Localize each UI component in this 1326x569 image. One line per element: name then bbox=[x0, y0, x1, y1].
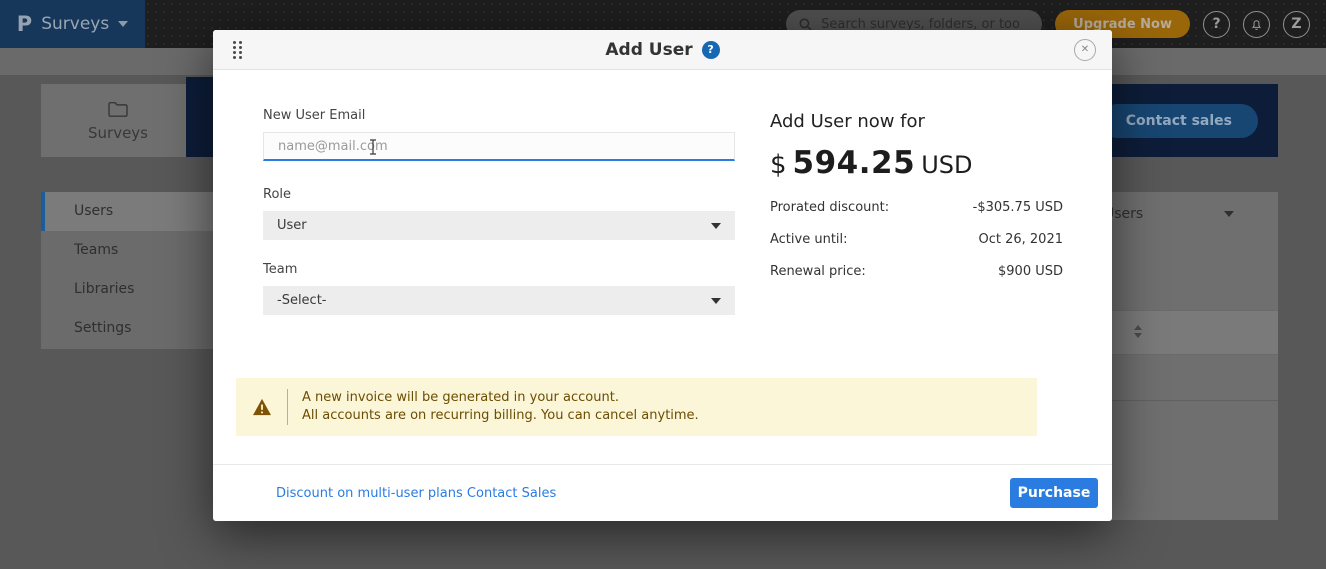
tab-surveys[interactable]: Surveys bbox=[41, 84, 195, 157]
help-icon[interactable]: ? bbox=[702, 41, 720, 59]
role-value: User bbox=[277, 218, 307, 233]
product-switcher[interactable]: P Surveys bbox=[0, 0, 145, 48]
warning-triangle-icon bbox=[252, 398, 272, 416]
folder-icon bbox=[107, 100, 129, 118]
proprofs-logo-icon: P bbox=[17, 12, 32, 36]
tab-accent bbox=[186, 77, 213, 84]
email-field[interactable] bbox=[263, 132, 735, 161]
sort-icon[interactable] bbox=[1134, 325, 1142, 338]
chevron-down-icon bbox=[711, 298, 721, 304]
warning-line-1: A new invoice will be generated in your … bbox=[302, 389, 699, 407]
discount-text: Discount on multi-user plans bbox=[276, 486, 463, 501]
renewal-price-row: Renewal price: $900 USD bbox=[770, 264, 1063, 279]
warning-divider bbox=[287, 389, 288, 425]
contact-sales-button[interactable]: Contact sales bbox=[1100, 104, 1258, 138]
price-amount: $ 594.25 USD bbox=[770, 145, 1063, 181]
row-label: Active until: bbox=[770, 232, 848, 247]
modal-body: New User Email Role User Team -Select- bbox=[213, 70, 1112, 315]
team-select[interactable]: -Select- bbox=[263, 286, 735, 315]
screen: P Surveys Upgrade Now ? bbox=[0, 0, 1326, 569]
help-button[interactable]: ? bbox=[1203, 11, 1230, 38]
row-value: $900 USD bbox=[998, 264, 1063, 279]
row-value: -$305.75 USD bbox=[973, 200, 1063, 215]
add-user-form: New User Email Role User Team -Select- bbox=[263, 108, 735, 315]
avatar[interactable]: Z bbox=[1283, 11, 1310, 38]
active-until-row: Active until: Oct 26, 2021 bbox=[770, 232, 1063, 247]
contact-sales-link[interactable]: Contact Sales bbox=[467, 486, 556, 501]
modal-title: Add User bbox=[605, 40, 692, 60]
pricing-summary: Add User now for $ 594.25 USD Prorated d… bbox=[770, 108, 1063, 315]
close-icon[interactable]: ✕ bbox=[1074, 39, 1096, 61]
text-cursor-icon bbox=[369, 139, 377, 155]
prorated-discount-row: Prorated discount: -$305.75 USD bbox=[770, 200, 1063, 215]
role-select[interactable]: User bbox=[263, 211, 735, 240]
users-filter-dropdown[interactable]: Users bbox=[1104, 206, 1234, 222]
add-user-modal: Add User ? ✕ New User Email Role User bbox=[213, 30, 1112, 521]
warning-line-2: All accounts are on recurring billing. Y… bbox=[302, 407, 699, 425]
product-name: Surveys bbox=[41, 14, 109, 34]
team-label: Team bbox=[263, 262, 735, 277]
purchase-button[interactable]: Purchase bbox=[1010, 478, 1098, 508]
avatar-initial: Z bbox=[1291, 16, 1301, 32]
question-mark-icon: ? bbox=[1212, 16, 1220, 32]
currency-code: USD bbox=[921, 151, 972, 179]
pricing-heading: Add User now for bbox=[770, 111, 1063, 132]
chevron-down-icon bbox=[711, 223, 721, 229]
drag-handle-icon[interactable] bbox=[233, 41, 242, 59]
row-label: Prorated discount: bbox=[770, 200, 889, 215]
modal-header: Add User ? ✕ bbox=[213, 30, 1112, 70]
multi-user-discount-link[interactable]: Discount on multi-user plans Contact Sal… bbox=[276, 486, 556, 501]
currency-symbol: $ bbox=[770, 150, 787, 180]
tab-label: Surveys bbox=[88, 124, 148, 142]
row-label: Renewal price: bbox=[770, 264, 866, 279]
amount: 594.25 bbox=[793, 145, 916, 181]
team-value: -Select- bbox=[277, 293, 327, 308]
role-label: Role bbox=[263, 187, 735, 202]
notifications-button[interactable] bbox=[1243, 11, 1270, 38]
row-value: Oct 26, 2021 bbox=[979, 232, 1064, 247]
chevron-down-icon bbox=[118, 21, 128, 27]
invoice-warning: A new invoice will be generated in your … bbox=[236, 378, 1037, 436]
modal-footer: Discount on multi-user plans Contact Sal… bbox=[213, 464, 1112, 521]
bell-icon bbox=[1249, 17, 1264, 32]
chevron-down-icon bbox=[1224, 211, 1234, 217]
email-label: New User Email bbox=[263, 108, 735, 123]
